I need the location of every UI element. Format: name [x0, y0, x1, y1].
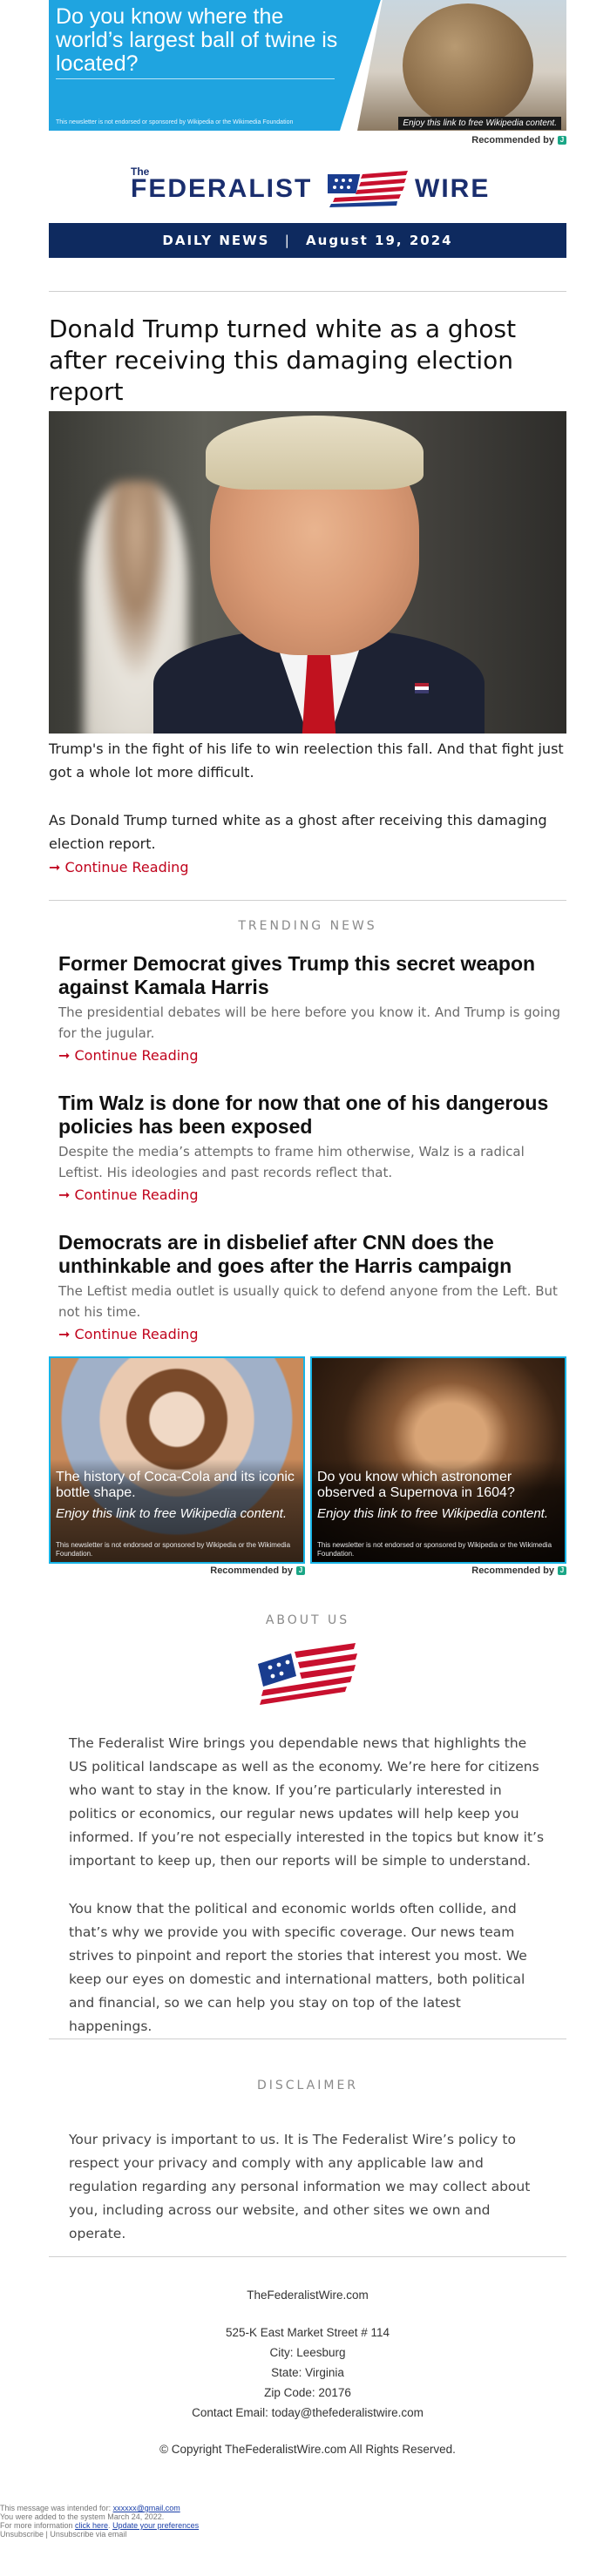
divider	[49, 291, 566, 292]
footer-zip: Zip Code: 20176	[264, 2386, 351, 2399]
intended-email-link[interactable]: xxxxxx@gmail.com	[113, 2504, 180, 2512]
ad-card-title[interactable]: Do you know which astronomer observed a …	[317, 1470, 561, 1501]
trending-continue-link[interactable]: ➞ Continue Reading	[58, 1045, 566, 1066]
trending-continue-link[interactable]: ➞ Continue Reading	[58, 1185, 566, 1206]
divider	[49, 2038, 566, 2039]
ad-card-disclaimer: This newsletter is not endorsed or spons…	[317, 1541, 552, 1558]
about-para-1: The Federalist Wire brings you dependabl…	[69, 1735, 545, 1869]
fine-print-unsubscribe[interactable]: Unsubscribe | Unsubscribe via email	[0, 2530, 126, 2539]
about-label: ABOUT US	[265, 1613, 350, 1627]
recommended-logo-icon: J	[296, 1566, 305, 1575]
flag-icon	[328, 171, 408, 207]
main-story-title[interactable]: Donald Trump turned white as a ghost aft…	[49, 314, 566, 408]
divider	[49, 900, 566, 901]
trending-title[interactable]: Democrats are in disbelief after CNN doe…	[58, 1231, 566, 1278]
logo-name-right: WIRE	[415, 174, 491, 203]
recommended-label: Recommended by	[471, 135, 554, 145]
footer-street: 525-K East Market Street # 114	[225, 2326, 390, 2339]
footer-state: State: Virginia	[271, 2366, 344, 2379]
footer-copyright: © Copyright TheFederalistWire.com All Ri…	[159, 2443, 456, 2456]
recommended-by-top[interactable]: Recommended by J	[49, 135, 566, 145]
site-logo[interactable]: The FEDERALIST WIRE	[49, 162, 566, 214]
ad-disclaimer: This newsletter is not endorsed or spons…	[56, 119, 294, 125]
trending-summary: The Leftist media outlet is usually quic…	[58, 1283, 558, 1320]
trending-item[interactable]: Former Democrat gives Trump this secret …	[58, 952, 566, 1066]
top-ad-banner[interactable]: Do you know where the world’s largest ba…	[49, 0, 566, 131]
trending-continue-link[interactable]: ➞ Continue Reading	[58, 1324, 566, 1345]
trending-item[interactable]: Tim Walz is done for now that one of his…	[58, 1092, 566, 1206]
trending-title[interactable]: Former Democrat gives Trump this secret …	[58, 952, 566, 999]
banner-date: August 19, 2024	[306, 233, 453, 248]
ad-card-astronomer[interactable]: Do you know which astronomer observed a …	[310, 1356, 566, 1564]
main-story-continue-link[interactable]: ➞ Continue Reading	[49, 855, 566, 879]
disclaimer-label: DISCLAIMER	[256, 2079, 359, 2093]
trending-label: TRENDING NEWS	[238, 919, 377, 933]
click-here-link[interactable]: click here	[75, 2521, 108, 2530]
recommended-label: Recommended by	[210, 1565, 293, 1576]
more-prefix: For more information	[0, 2521, 76, 2530]
recommended-logo-icon: J	[558, 1566, 566, 1575]
twine-ball-image	[403, 3, 533, 127]
recommended-by-right[interactable]: Recommended by J	[310, 1565, 566, 1576]
footer-site[interactable]: TheFederalistWire.com	[49, 2289, 566, 2302]
disclaimer-text: Your privacy is important to us. It is T…	[69, 2132, 531, 2241]
trending-summary: Despite the media’s attempts to frame hi…	[58, 1144, 525, 1180]
about-para-2: You know that the political and economic…	[69, 1901, 527, 2034]
flag-pin-icon	[415, 683, 429, 693]
banner-separator: |	[284, 233, 291, 248]
ad-card-coca-cola[interactable]: The history of Coca-Cola and its iconic …	[49, 1356, 305, 1564]
ad-card-title[interactable]: The history of Coca-Cola and its iconic …	[56, 1470, 300, 1501]
trending-summary: The presidential debates will be here be…	[58, 1004, 561, 1041]
footer-email[interactable]: Contact Email: today@thefederalistwire.c…	[49, 2406, 566, 2419]
ad-cta[interactable]: Enjoy this link to free Wikipedia conten…	[398, 117, 561, 130]
ad-headline[interactable]: Do you know where the world’s largest ba…	[56, 5, 343, 76]
flag-emblem-icon	[258, 1643, 357, 1705]
hair-shape	[206, 416, 424, 490]
banner-label: DAILY NEWS	[162, 233, 270, 248]
daily-news-banner: DAILY NEWS | August 19, 2024	[49, 223, 566, 258]
recommended-logo-icon: J	[558, 136, 566, 145]
divider	[49, 2256, 566, 2257]
fine-print-added: You were added to the system March 24, 2…	[0, 2512, 165, 2521]
recommended-by-left[interactable]: Recommended by J	[49, 1565, 305, 1576]
ad-divider	[56, 78, 335, 79]
main-story-para-1: Trump's in the fight of his life to win …	[49, 740, 564, 781]
update-preferences-link[interactable]: Update your preferences	[112, 2521, 199, 2530]
main-story-image[interactable]	[49, 411, 566, 734]
ad-card-cta[interactable]: Enjoy this link to free Wikipedia conten…	[317, 1506, 561, 1521]
trending-item[interactable]: Democrats are in disbelief after CNN doe…	[58, 1231, 566, 1345]
main-story-para-2: As Donald Trump turned white as a ghost …	[49, 812, 547, 852]
logo-name-left: FEDERALIST	[131, 174, 313, 203]
trending-title[interactable]: Tim Walz is done for now that one of his…	[58, 1092, 566, 1139]
ad-card-cta[interactable]: Enjoy this link to free Wikipedia conten…	[56, 1506, 300, 1521]
intended-prefix: This message was intended for:	[0, 2504, 113, 2512]
fine-print-intended: This message was intended for: xxxxxx@gm…	[0, 2504, 180, 2512]
recommended-label: Recommended by	[471, 1565, 554, 1576]
fine-print-more: For more information click here. Update …	[0, 2521, 200, 2530]
ad-card-disclaimer: This newsletter is not endorsed or spons…	[56, 1541, 291, 1558]
footer-city: City: Leesburg	[269, 2346, 346, 2359]
